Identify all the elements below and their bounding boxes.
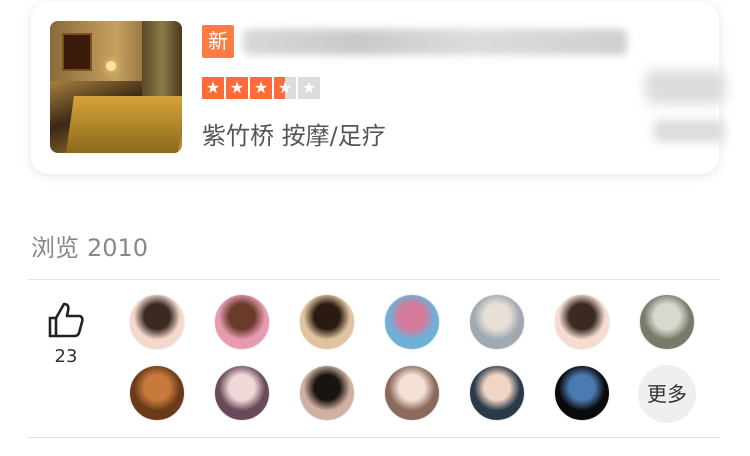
browse-label: 浏览 (31, 234, 79, 262)
user-avatar[interactable] (554, 365, 610, 421)
like-count: 23 (54, 346, 78, 367)
user-avatar[interactable] (469, 294, 525, 350)
user-avatar[interactable] (214, 294, 270, 350)
user-avatar[interactable] (384, 365, 440, 421)
user-avatar[interactable] (129, 294, 185, 350)
shop-thumbnail (50, 21, 182, 153)
browse-count: 浏览 2010 (31, 228, 148, 263)
thumbs-up-icon[interactable] (46, 300, 86, 340)
user-avatar[interactable] (299, 294, 355, 350)
shop-card[interactable]: 新 ★ ★ ★ ★ ★ 紫竹桥 按摩/足疗 (31, 2, 725, 174)
user-avatar[interactable] (639, 294, 695, 350)
divider (28, 279, 720, 280)
star-rating: ★ ★ ★ ★ ★ (202, 77, 320, 99)
star-icon: ★ (250, 77, 272, 99)
user-avatar[interactable] (469, 365, 525, 421)
shop-area-category: 紫竹桥 按摩/足疗 (202, 122, 386, 150)
distance-blurred (645, 70, 725, 104)
empty-star-icon: ★ (298, 77, 320, 99)
browse-number: 2010 (87, 234, 149, 262)
shop-name-blurred (243, 29, 627, 55)
user-avatar[interactable] (214, 365, 270, 421)
user-avatar[interactable] (299, 365, 355, 421)
divider (28, 437, 720, 438)
half-star-icon: ★ (274, 77, 296, 99)
star-icon: ★ (226, 77, 248, 99)
user-avatar[interactable] (129, 365, 185, 421)
star-icon: ★ (202, 77, 224, 99)
user-avatar[interactable] (384, 294, 440, 350)
distance-text-blurred (653, 120, 725, 142)
more-button[interactable]: 更多 (638, 365, 696, 423)
new-badge: 新 (202, 25, 234, 58)
user-avatar[interactable] (554, 294, 610, 350)
